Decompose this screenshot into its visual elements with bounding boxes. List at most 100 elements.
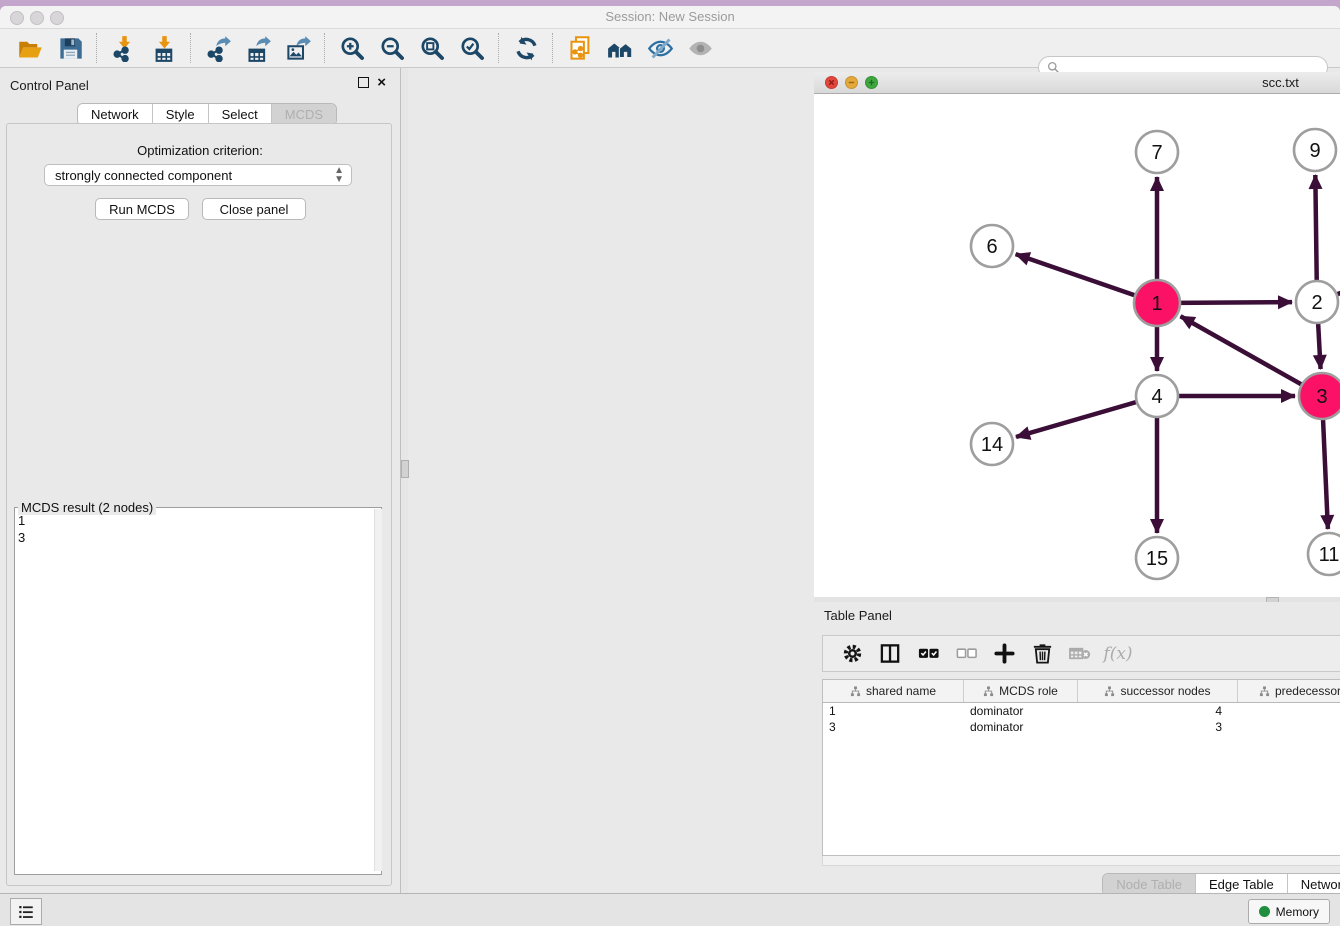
- deselect-all-rows-icon: [955, 642, 978, 665]
- column-visibility-button[interactable]: [871, 639, 909, 669]
- node-3[interactable]: 3: [1299, 373, 1340, 419]
- show-all-button[interactable]: [680, 32, 720, 64]
- table-cell: dominator: [964, 719, 1078, 735]
- delete-table-icon: [1069, 642, 1092, 665]
- control-panel: Control Panel × NetworkStyleSelectMCDS O…: [0, 68, 400, 894]
- node-4[interactable]: 4: [1136, 375, 1178, 417]
- table-row[interactable]: 1dominator411: [823, 703, 1340, 719]
- node-2[interactable]: 2: [1296, 281, 1338, 323]
- delete-table-button[interactable]: [1061, 639, 1099, 669]
- clone-network-icon: [567, 35, 594, 62]
- import-network-icon: [111, 35, 138, 62]
- node-label: 7: [1151, 142, 1162, 164]
- table-cell: 1: [1238, 703, 1340, 719]
- column-hierarchy-icon: [850, 686, 861, 697]
- refresh-button[interactable]: [506, 32, 546, 64]
- table-scroll-strip[interactable]: [822, 856, 1340, 866]
- node-9[interactable]: 9: [1294, 129, 1336, 171]
- mcds-result-text[interactable]: 1 3: [18, 512, 368, 546]
- node-label: 14: [981, 434, 1003, 456]
- show-all-icon: [687, 35, 714, 62]
- edge-3-1[interactable]: [1181, 316, 1322, 396]
- column-header-MCDS-role[interactable]: MCDS role: [964, 680, 1078, 702]
- fx-icon: f(x): [1103, 644, 1132, 664]
- table-settings-button[interactable]: [833, 639, 871, 669]
- zoom-in-button[interactable]: [332, 32, 372, 64]
- column-visibility-icon: [879, 642, 902, 665]
- node-label: 6: [986, 236, 997, 258]
- zoom-selected-icon: [459, 35, 486, 62]
- tab-mcds[interactable]: MCDS: [272, 104, 336, 125]
- clone-network-button[interactable]: [560, 32, 600, 64]
- table-header-row: shared nameMCDS rolesuccessor nodesprede…: [823, 680, 1340, 703]
- tab-network[interactable]: Network: [78, 104, 153, 125]
- hide-selected-icon: [647, 35, 674, 62]
- table-panel-title: Table Panel: [824, 608, 892, 623]
- task-history-button[interactable]: [10, 898, 42, 925]
- deselect-all-rows-button[interactable]: [947, 639, 985, 669]
- export-table-icon: [245, 35, 272, 62]
- tab-network-table[interactable]: Network Table: [1288, 874, 1340, 895]
- node-6[interactable]: 6: [971, 225, 1013, 267]
- network-window-titlebar[interactable]: scc.txt: [814, 72, 1340, 94]
- tab-node-table[interactable]: Node Table: [1103, 874, 1196, 895]
- window-title: Session: New Session: [0, 9, 1340, 24]
- table-settings-icon: [841, 642, 864, 665]
- column-header-predecessor-nodes[interactable]: predecessor nodes: [1238, 680, 1340, 702]
- table-cell: 1: [823, 703, 964, 719]
- zoom-out-icon: [379, 35, 406, 62]
- import-network-button[interactable]: [104, 32, 144, 64]
- tab-edge-table[interactable]: Edge Table: [1196, 874, 1288, 895]
- result-scrollbar[interactable]: [374, 509, 382, 871]
- optimization-criterion-label: Optimization criterion:: [0, 143, 400, 158]
- import-table-button[interactable]: [144, 32, 184, 64]
- delete-column-button[interactable]: [1023, 639, 1061, 669]
- zoom-selected-button[interactable]: [452, 32, 492, 64]
- close-panel-icon[interactable]: ×: [377, 77, 386, 88]
- delete-column-icon: [1031, 642, 1054, 665]
- open-session-icon: [17, 35, 44, 62]
- application-window: Session: New Session Control Panel × Net…: [0, 6, 1340, 926]
- node-1[interactable]: 1: [1134, 280, 1180, 326]
- memory-button[interactable]: Memory: [1248, 899, 1330, 924]
- mcds-result-box: MCDS result (2 nodes) 1 3: [14, 500, 384, 877]
- toolbar-separator: [324, 33, 326, 63]
- node-15[interactable]: 15: [1136, 537, 1178, 579]
- select-all-rows-button[interactable]: [909, 639, 947, 669]
- run-mcds-button[interactable]: Run MCDS: [95, 198, 189, 220]
- first-neighbors-button[interactable]: [600, 32, 640, 64]
- zoom-out-button[interactable]: [372, 32, 412, 64]
- add-column-button[interactable]: [985, 639, 1023, 669]
- node-label: 15: [1146, 548, 1168, 570]
- table-cell: dominator: [964, 703, 1078, 719]
- export-network-button[interactable]: [198, 32, 238, 64]
- close-panel-button[interactable]: Close panel: [202, 198, 306, 220]
- open-session-button[interactable]: [10, 32, 50, 64]
- node-11[interactable]: 11: [1308, 533, 1340, 575]
- column-header-successor-nodes[interactable]: successor nodes: [1078, 680, 1238, 702]
- export-image-button[interactable]: [278, 32, 318, 64]
- node-7[interactable]: 7: [1136, 131, 1178, 173]
- tab-select[interactable]: Select: [209, 104, 272, 125]
- save-session-button[interactable]: [50, 32, 90, 64]
- export-table-button[interactable]: [238, 32, 278, 64]
- float-panel-icon[interactable]: [358, 77, 369, 88]
- network-canvas[interactable]: 7968124314101511: [814, 94, 1340, 597]
- hide-selected-button[interactable]: [640, 32, 680, 64]
- criterion-value: strongly connected component: [55, 168, 232, 183]
- node-14[interactable]: 14: [971, 423, 1013, 465]
- column-header-shared-name[interactable]: shared name: [823, 680, 964, 702]
- node-table[interactable]: shared nameMCDS rolesuccessor nodesprede…: [822, 679, 1340, 856]
- refresh-icon: [513, 35, 540, 62]
- criterion-dropdown[interactable]: strongly connected component ▲▼: [44, 164, 352, 186]
- tab-style[interactable]: Style: [153, 104, 209, 125]
- function-builder-button[interactable]: f(x): [1099, 639, 1137, 669]
- table-cell: 3: [1078, 719, 1238, 735]
- toolbar-separator: [498, 33, 500, 63]
- select-all-rows-icon: [917, 642, 940, 665]
- table-row[interactable]: 3dominator323: [823, 719, 1340, 735]
- table-cell: 3: [823, 719, 964, 735]
- node-label: 3: [1316, 386, 1327, 408]
- table-cell: 2: [1238, 719, 1340, 735]
- zoom-fit-button[interactable]: [412, 32, 452, 64]
